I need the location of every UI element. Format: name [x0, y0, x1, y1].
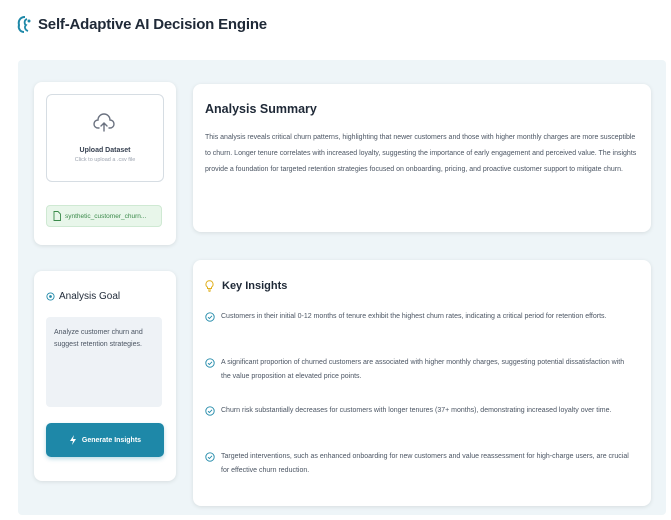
goal-title: Analysis Goal: [59, 291, 121, 302]
upload-title: Upload Dataset: [79, 147, 131, 154]
check-circle-icon: [205, 406, 215, 416]
goal-header: Analysis Goal: [46, 291, 120, 302]
lightbulb-icon: [205, 280, 214, 292]
summary-body: This analysis reveals critical churn pat…: [205, 134, 637, 173]
insight-item: Customers in their initial 0-12 months o…: [205, 310, 635, 324]
insight-text: Customers in their initial 0-12 months o…: [221, 313, 607, 320]
file-icon: [53, 211, 61, 221]
generate-insights-label: Generate Insights: [81, 436, 142, 444]
insight-item: A significant proportion of churned cust…: [205, 356, 635, 384]
check-circle-icon: [205, 358, 215, 368]
brain-logo-icon: [17, 16, 31, 33]
upload-subtitle: Click to upload a .csv file: [74, 157, 136, 163]
insight-item: Targeted interventions, such as enhanced…: [205, 450, 635, 478]
summary-title: Analysis Summary: [205, 102, 317, 116]
check-circle-icon: [205, 452, 215, 462]
bolt-icon: [69, 435, 76, 445]
goal-input[interactable]: Analyze customer churn and suggest reten…: [46, 317, 162, 407]
target-icon: [46, 292, 55, 301]
insight-text: Targeted interventions, such as enhanced…: [221, 453, 629, 474]
key-insights-card: Key Insights Customers in their initial …: [193, 260, 651, 506]
insights-title: Key Insights: [222, 280, 288, 292]
analysis-goal-card: Analysis Goal Analyze customer churn and…: [34, 271, 176, 481]
insight-text: Churn risk substantially decreases for c…: [221, 407, 612, 414]
insight-item: Churn risk substantially decreases for c…: [205, 404, 635, 418]
insights-header: Key Insights: [205, 280, 287, 292]
app-header: Self-Adaptive AI Decision Engine: [0, 0, 671, 52]
app-title: Self-Adaptive AI Decision Engine: [38, 16, 267, 33]
cloud-upload-icon: [93, 113, 115, 132]
uploaded-file-name: synthetic_customer_churn...: [65, 212, 147, 220]
check-circle-icon: [205, 312, 215, 322]
uploaded-file-chip[interactable]: synthetic_customer_churn...: [46, 205, 162, 227]
upload-card: Upload Dataset Click to upload a .csv fi…: [34, 82, 176, 245]
upload-dropzone[interactable]: Upload Dataset Click to upload a .csv fi…: [46, 94, 164, 182]
insight-text: A significant proportion of churned cust…: [221, 359, 625, 380]
generate-insights-button[interactable]: Generate Insights: [46, 423, 164, 457]
analysis-summary-card: Analysis Summary This analysis reveals c…: [193, 84, 651, 232]
